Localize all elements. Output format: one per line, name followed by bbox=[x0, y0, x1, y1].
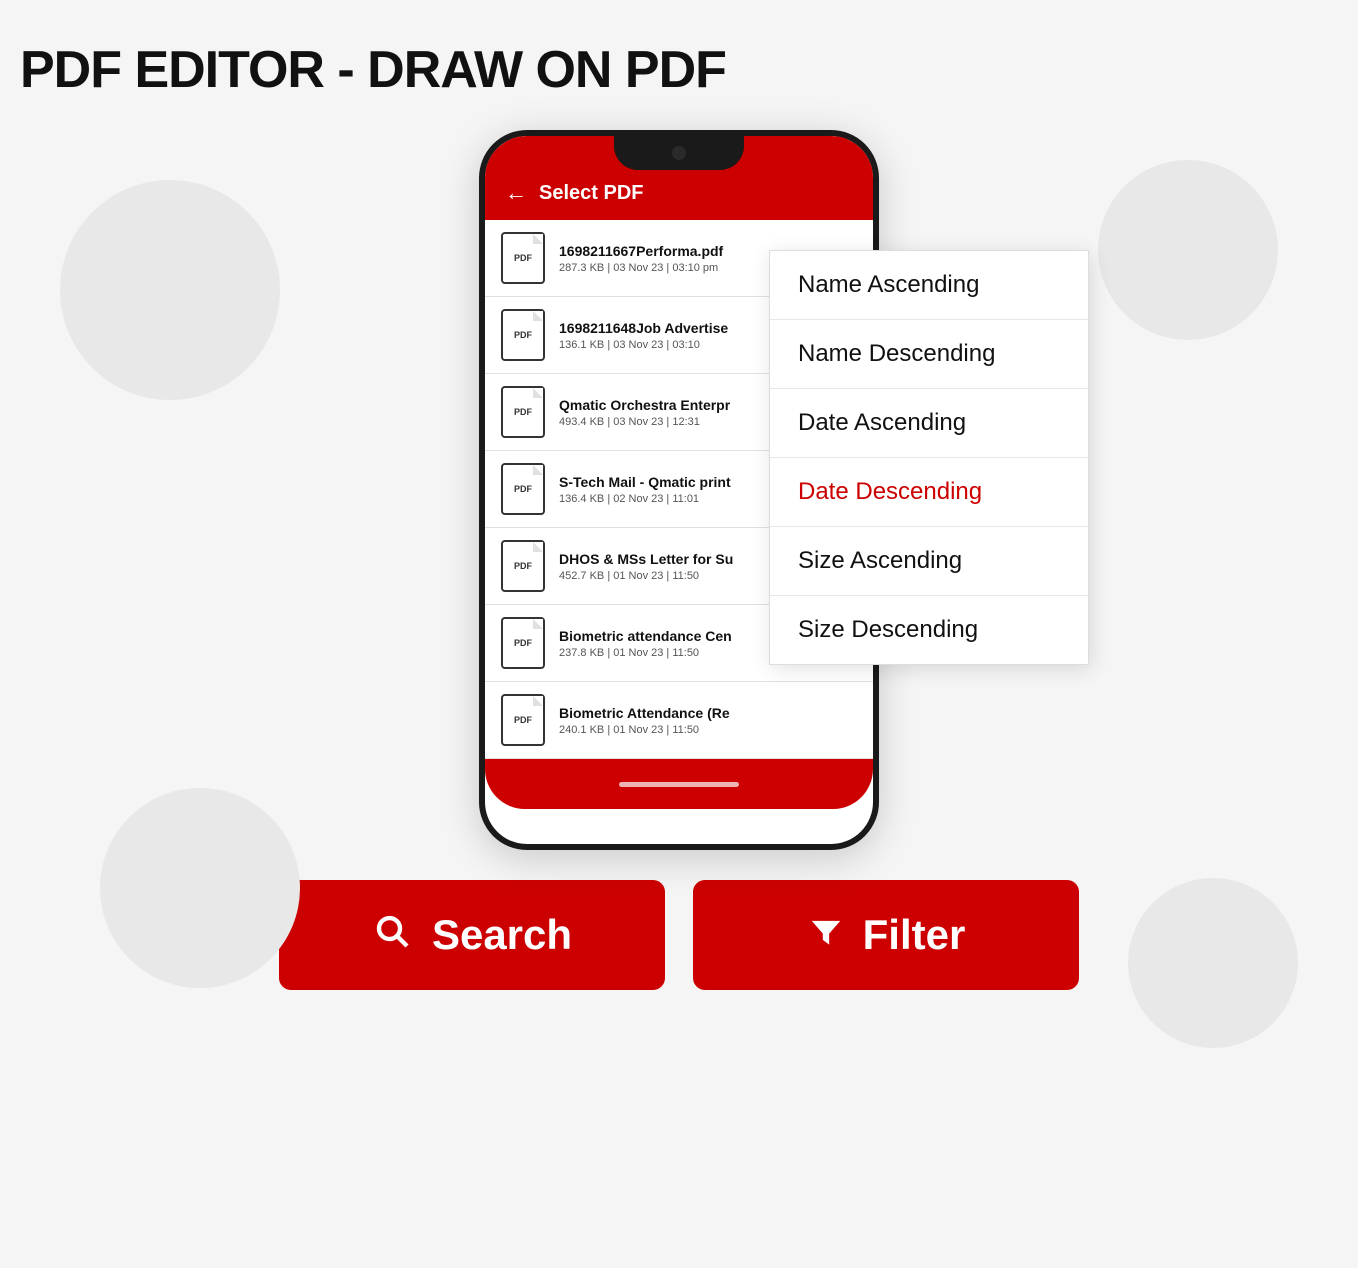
pdf-file-icon: PDF bbox=[501, 232, 545, 284]
sort-option[interactable]: Size Descending bbox=[770, 596, 1088, 664]
notch-camera bbox=[672, 146, 686, 160]
bg-circle-bottom-right bbox=[1128, 878, 1298, 1048]
pdf-list-item[interactable]: PDF Biometric Attendance (Re 240.1 KB | … bbox=[485, 682, 873, 759]
search-button-label: Search bbox=[432, 911, 572, 959]
header-title: Select PDF bbox=[539, 182, 643, 205]
phone-notch bbox=[614, 136, 744, 170]
sort-option[interactable]: Date Descending bbox=[770, 458, 1088, 527]
pdf-file-icon: PDF bbox=[501, 540, 545, 592]
bottom-buttons: Search Filter bbox=[279, 880, 1079, 990]
sort-dropdown: Name AscendingName DescendingDate Ascend… bbox=[769, 250, 1089, 665]
filter-button-label: Filter bbox=[863, 911, 966, 959]
filter-icon bbox=[807, 913, 845, 958]
pdf-file-icon: PDF bbox=[501, 386, 545, 438]
back-icon[interactable]: ← bbox=[505, 180, 527, 206]
sort-option[interactable]: Name Descending bbox=[770, 320, 1088, 389]
bg-circle-top-left bbox=[60, 180, 280, 400]
pdf-file-icon: PDF bbox=[501, 463, 545, 515]
bg-circle-top-right bbox=[1098, 160, 1278, 340]
search-icon bbox=[372, 911, 414, 960]
pdf-file-icon: PDF bbox=[501, 309, 545, 361]
filter-button[interactable]: Filter bbox=[693, 880, 1079, 990]
pdf-file-icon: PDF bbox=[501, 617, 545, 669]
pdf-file-icon: PDF bbox=[501, 694, 545, 746]
pdf-meta: 240.1 KB | 01 Nov 23 | 11:50 bbox=[559, 724, 857, 736]
search-button[interactable]: Search bbox=[279, 880, 665, 990]
pdf-name: Biometric Attendance (Re bbox=[559, 705, 857, 721]
sort-option[interactable]: Size Ascending bbox=[770, 527, 1088, 596]
page-title: PDF EDITOR - DRAW ON PDF bbox=[20, 40, 1338, 100]
sort-option[interactable]: Name Ascending bbox=[770, 251, 1088, 320]
phone-bottom-bar bbox=[485, 759, 873, 809]
phone-area: ← Select PDF PDF 1698211667Performa.pdf … bbox=[269, 130, 1089, 850]
pdf-info: Biometric Attendance (Re 240.1 KB | 01 N… bbox=[559, 705, 857, 736]
sort-option[interactable]: Date Ascending bbox=[770, 389, 1088, 458]
home-indicator bbox=[619, 782, 739, 787]
